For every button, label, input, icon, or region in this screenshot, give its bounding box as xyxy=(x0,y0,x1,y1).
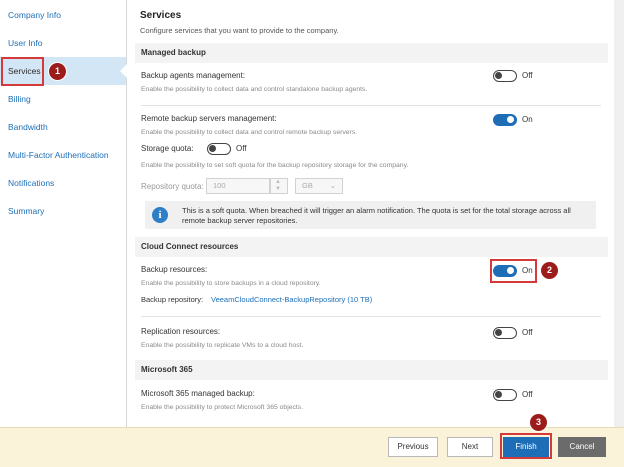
divider xyxy=(141,316,601,317)
page-title: Services xyxy=(140,10,182,21)
remote-servers-toggle[interactable] xyxy=(493,114,517,126)
backup-resources-label: Backup resources: xyxy=(141,265,208,274)
quota-unit-value: GB xyxy=(302,181,313,190)
repository-quota-value: 100 xyxy=(213,181,226,190)
page-subtitle: Configure services that you want to prov… xyxy=(140,26,339,35)
active-indicator-arrow xyxy=(120,64,127,78)
backup-resources-desc: Enable the possibility to store backups … xyxy=(141,280,321,287)
m365-managed-backup-desc: Enable the possibility to protect Micros… xyxy=(141,404,304,411)
info-icon: i xyxy=(152,207,168,223)
sidebar-item-bandwidth[interactable]: Bandwidth xyxy=(0,113,126,141)
callout-badge-2: 2 xyxy=(541,262,558,279)
toggle-knob xyxy=(209,145,216,152)
callout-badge-3: 3 xyxy=(530,414,547,431)
sidebar-item-user-info[interactable]: User Info xyxy=(0,29,126,57)
main-content: Services Configure services that you wan… xyxy=(127,0,624,427)
sidebar-item-notifications[interactable]: Notifications xyxy=(0,169,126,197)
scrollbar[interactable] xyxy=(614,0,624,427)
remote-servers-desc: Enable the possibility to collect data a… xyxy=(141,129,358,136)
highlight-services xyxy=(1,57,44,86)
divider xyxy=(141,105,601,106)
replication-resources-desc: Enable the possibility to replicate VMs … xyxy=(141,342,304,349)
m365-managed-backup-label: Microsoft 365 managed backup: xyxy=(141,389,255,398)
previous-button[interactable]: Previous xyxy=(388,437,438,457)
section-header-managed-backup: Managed backup xyxy=(135,43,608,63)
backup-agents-toggle[interactable] xyxy=(493,70,517,82)
storage-quota-toggle[interactable] xyxy=(207,143,231,155)
toggle-knob xyxy=(507,116,514,123)
remote-servers-label: Remote backup servers management: xyxy=(141,114,277,123)
quota-info-box: i This is a soft quota. When breached it… xyxy=(145,201,596,229)
quota-unit-select[interactable]: GB ⌄ xyxy=(295,178,343,194)
repository-quota-label: Repository quota: xyxy=(141,182,204,191)
backup-agents-desc: Enable the possibility to collect data a… xyxy=(141,86,368,93)
quota-stepper[interactable]: ▲ ▼ xyxy=(270,178,288,194)
cancel-button[interactable]: Cancel xyxy=(558,437,606,457)
storage-quota-label: Storage quota: xyxy=(141,144,194,153)
toggle-knob xyxy=(495,329,502,336)
sidebar-item-billing[interactable]: Billing xyxy=(0,85,126,113)
storage-quota-state: Off xyxy=(236,144,247,153)
m365-managed-backup-state: Off xyxy=(522,390,533,399)
highlight-finish-button xyxy=(500,433,552,459)
sidebar-item-company-info[interactable]: Company Info xyxy=(0,1,126,29)
chevron-down-icon: ⌄ xyxy=(329,181,336,190)
callout-badge-1: 1 xyxy=(49,63,66,80)
toggle-knob xyxy=(495,391,502,398)
toggle-knob xyxy=(495,72,502,79)
m365-managed-backup-toggle[interactable] xyxy=(493,389,517,401)
remote-servers-state: On xyxy=(522,115,533,124)
backup-agents-label: Backup agents management: xyxy=(141,71,246,80)
highlight-backup-resources-toggle xyxy=(490,259,537,283)
backup-repository-link[interactable]: VeeamCloudConnect-BackupRepository (10 T… xyxy=(211,295,372,304)
sidebar-item-summary[interactable]: Summary xyxy=(0,197,126,225)
section-header-microsoft-365: Microsoft 365 xyxy=(135,360,608,380)
backup-agents-state: Off xyxy=(522,71,533,80)
quota-info-text: This is a soft quota. When breached it w… xyxy=(182,206,571,225)
replication-resources-toggle[interactable] xyxy=(493,327,517,339)
replication-resources-label: Replication resources: xyxy=(141,327,221,336)
replication-resources-state: Off xyxy=(522,328,533,337)
repository-quota-input[interactable]: 100 xyxy=(206,178,270,194)
backup-repository-label: Backup repository: xyxy=(141,295,204,304)
sidebar-item-multi-factor-authentication[interactable]: Multi-Factor Authentication xyxy=(0,141,126,169)
section-header-cloud-connect: Cloud Connect resources xyxy=(135,237,608,257)
next-button[interactable]: Next xyxy=(447,437,493,457)
storage-quota-desc: Enable the possibility to set soft quota… xyxy=(141,162,409,169)
